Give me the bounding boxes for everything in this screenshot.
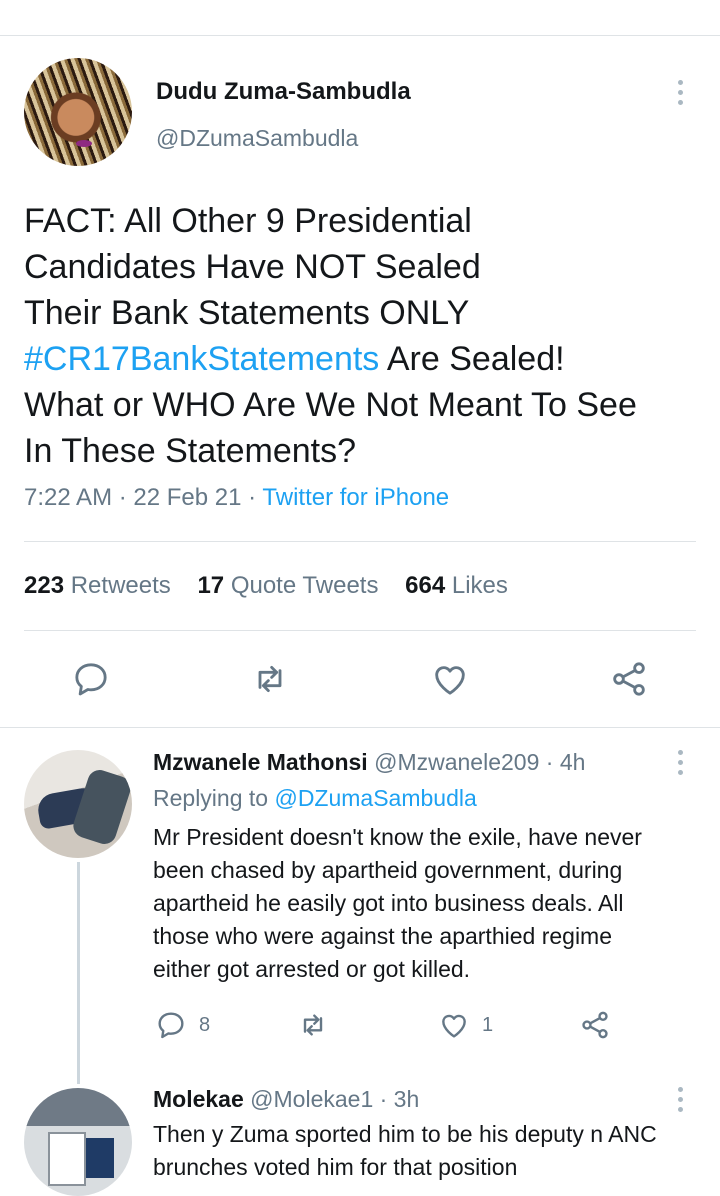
reply-text-line: been chased by apartheid government, dur…	[153, 857, 623, 883]
divider	[24, 541, 696, 542]
share-button[interactable]	[607, 657, 651, 701]
retweet-icon	[258, 665, 282, 693]
reply-text: Then y Zuma sported him to be his deputy…	[153, 1118, 708, 1184]
meta-separator: ·	[248, 484, 257, 511]
like-count: 1	[482, 1013, 494, 1036]
reply-reply-button[interactable]: 8	[155, 1008, 210, 1042]
tweet-text-line: FACT: All Other 9 Presidential	[24, 202, 472, 240]
share-icon	[613, 662, 645, 696]
tweet-text-line: What or WHO Are We Not Meant To See	[24, 386, 637, 424]
reply-button[interactable]	[69, 657, 113, 701]
tweet-source-link[interactable]: Twitter for iPhone	[262, 484, 449, 511]
reply-more-options-icon[interactable]	[677, 1087, 683, 1112]
replying-label: Replying to	[153, 785, 269, 811]
tweet-stats: 223 Retweets 17 Quote Tweets 664 Likes	[24, 572, 508, 600]
meta-separator: ·	[118, 484, 127, 511]
likes-label: Likes	[451, 572, 508, 599]
retweet-icon	[303, 1014, 323, 1036]
tweet-text-line: Candidates Have NOT Sealed	[24, 248, 481, 286]
top-divider	[0, 35, 720, 36]
reply-retweet-button[interactable]	[297, 1008, 341, 1042]
replying-to-link[interactable]: @DZumaSambudla	[274, 785, 476, 811]
quotes-stat[interactable]: 17 Quote Tweets	[197, 572, 378, 599]
tweet-time: 7:22 AM	[24, 484, 113, 511]
tweet-meta: 7:22 AM · 22 Feb 21 · Twitter for iPhone	[24, 484, 449, 512]
quotes-count: 17	[197, 572, 225, 599]
reply-avatar[interactable]	[24, 750, 132, 858]
reply-count: 8	[199, 1013, 211, 1036]
reply-author-handle[interactable]: @Mzwanele209	[374, 749, 539, 775]
reply-time: · 4h	[545, 749, 586, 775]
author-avatar[interactable]	[24, 58, 132, 166]
hashtag-link[interactable]: #CR17BankStatements	[24, 340, 379, 378]
quotes-label: Quote Tweets	[230, 572, 379, 599]
tweet-date: 22 Feb 21	[133, 484, 242, 511]
tweet-text-fragment: Are Sealed!	[379, 340, 565, 378]
reply-more-options-icon[interactable]	[677, 750, 683, 775]
reply-text-line: those who were against the aparthied reg…	[153, 923, 613, 949]
tweet-text-line: Their Bank Statements ONLY	[24, 294, 470, 332]
retweets-stat[interactable]: 223 Retweets	[24, 572, 171, 599]
reply-text-line: brunches voted him for that position	[153, 1154, 518, 1180]
reply-time: · 3h	[379, 1086, 420, 1112]
reply-header: Molekae @Molekae1 · 3h	[153, 1086, 419, 1113]
reply-text-line: Mr President doesn't know the exile, hav…	[153, 824, 642, 850]
replying-to: Replying to @DZumaSambudla	[153, 785, 477, 812]
author-handle[interactable]: @DZumaSambudla	[156, 125, 358, 152]
reply-author-name[interactable]: Molekae	[153, 1086, 244, 1112]
avatar-detail	[76, 140, 92, 147]
likes-stat[interactable]: 664 Likes	[405, 572, 508, 599]
thread-line	[77, 862, 80, 1084]
like-button[interactable]	[428, 657, 472, 701]
author-name[interactable]: Dudu Zuma-Sambudla	[156, 78, 411, 106]
reply-icon	[75, 663, 107, 696]
divider	[24, 630, 696, 631]
reply-avatar[interactable]	[24, 1088, 132, 1196]
reply-author-handle[interactable]: @Molekae1	[250, 1086, 373, 1112]
tweet-text: FACT: All Other 9 Presidential Candidate…	[24, 198, 704, 474]
retweets-count: 223	[24, 572, 65, 599]
like-icon	[442, 1014, 466, 1038]
reply-share-button[interactable]	[579, 1008, 611, 1042]
reply-text-line: either got arrested or got killed.	[153, 956, 471, 982]
share-icon	[582, 1011, 608, 1039]
reply-icon	[158, 1012, 184, 1039]
more-options-icon[interactable]	[677, 80, 683, 105]
tweet-text-line: #CR17BankStatements Are Sealed!	[24, 336, 704, 382]
retweet-button[interactable]	[248, 657, 292, 701]
divider	[0, 727, 720, 728]
like-icon	[435, 666, 465, 695]
reply-text: Mr President doesn't know the exile, hav…	[153, 821, 708, 986]
tweet-text-line: In These Statements?	[24, 432, 357, 470]
reply-text-line: apartheid he easily got into business de…	[153, 890, 624, 916]
likes-count: 664	[405, 572, 446, 599]
retweets-label: Retweets	[70, 572, 171, 599]
reply-like-button[interactable]: 1	[438, 1008, 493, 1042]
reply-author-name[interactable]: Mzwanele Mathonsi	[153, 749, 368, 775]
reply-text-line: Then y Zuma sported him to be his deputy…	[153, 1121, 657, 1147]
reply-header: Mzwanele Mathonsi @Mzwanele209 · 4h	[153, 749, 585, 776]
